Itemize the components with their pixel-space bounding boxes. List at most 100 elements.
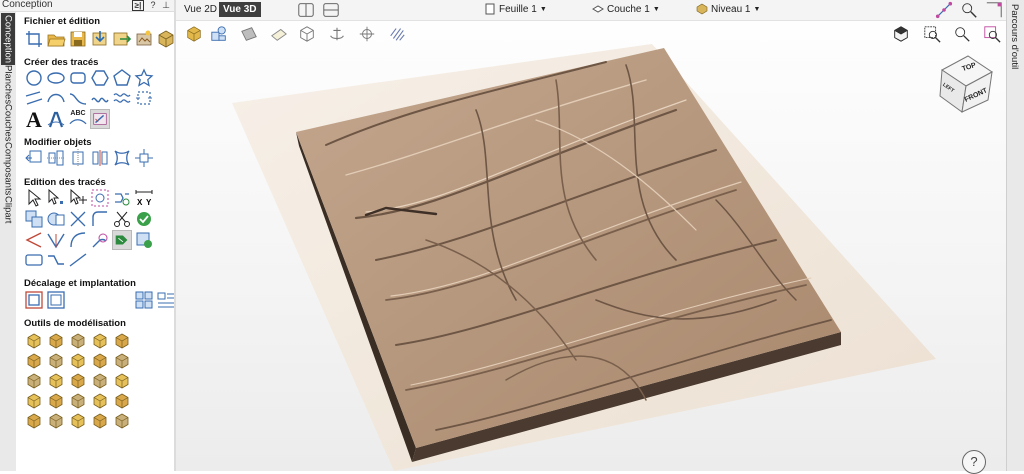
draw-polygon-button[interactable]	[90, 68, 110, 88]
draw-ellipse-button[interactable]	[46, 68, 66, 88]
modelling-tool-button[interactable]	[24, 331, 44, 351]
modelling-tool-button[interactable]	[46, 371, 66, 391]
draw-rectangle-button[interactable]	[68, 68, 88, 88]
subtract-icon	[47, 212, 65, 226]
modelling-tool-icon	[115, 333, 129, 349]
relief-model[interactable]	[176, 0, 1006, 471]
modelling-tool-button[interactable]	[46, 351, 66, 371]
modelling-tool-button[interactable]	[46, 331, 66, 351]
image-trace-button[interactable]	[90, 109, 110, 129]
draw-dimension-button[interactable]	[134, 88, 154, 108]
draw-polyline-button[interactable]	[24, 88, 44, 108]
join-icon	[115, 193, 130, 206]
panel-pin-button[interactable]: ⊥	[160, 0, 172, 11]
align-objects-button[interactable]	[46, 148, 66, 168]
panel-autohide-button[interactable]: ≥|	[132, 0, 144, 11]
array-copy-button[interactable]	[134, 148, 154, 168]
modelling-tool-icon	[27, 413, 41, 429]
modelling-tool-button[interactable]	[90, 391, 110, 411]
modelling-tool-button[interactable]	[112, 331, 132, 351]
center-object-button[interactable]	[68, 148, 88, 168]
modelling-tool-button[interactable]	[112, 411, 132, 431]
transform-button[interactable]	[68, 188, 88, 208]
draw-curve-button[interactable]	[68, 88, 88, 108]
close-vectors-button[interactable]	[134, 230, 154, 250]
curve-fit-button[interactable]	[68, 230, 88, 250]
text-tool-button[interactable]: A	[24, 107, 44, 132]
trim-button[interactable]	[68, 209, 88, 229]
modelling-tool-button[interactable]	[68, 371, 88, 391]
new-file-button[interactable]	[24, 29, 44, 49]
modelling-tool-button[interactable]	[46, 411, 66, 431]
help-button[interactable]: ?	[962, 450, 986, 474]
node-edit-button[interactable]	[46, 188, 66, 208]
import-button[interactable]	[90, 29, 110, 49]
draw-pentagon-button[interactable]	[112, 68, 132, 88]
modelling-tool-icon	[27, 393, 41, 409]
clipart-library-button[interactable]	[134, 29, 154, 49]
rectangle-outline-icon	[25, 254, 43, 266]
rectangle-tool-button[interactable]	[24, 250, 44, 270]
modelling-tool-button[interactable]	[112, 391, 132, 411]
modelling-tool-button[interactable]	[68, 331, 88, 351]
tab-couches[interactable]: Couches	[1, 104, 15, 142]
modelling-tool-button[interactable]	[90, 331, 110, 351]
scissors-button[interactable]	[112, 209, 132, 229]
panel-help-button[interactable]: ?	[147, 0, 159, 11]
modelling-tool-button[interactable]	[68, 391, 88, 411]
mirror-object-button[interactable]	[90, 148, 110, 168]
smooth-button[interactable]	[90, 209, 110, 229]
modelling-tool-button[interactable]	[90, 371, 110, 391]
arrow-line-button[interactable]	[68, 250, 88, 270]
tab-clipart[interactable]: Clipart	[1, 196, 15, 224]
join-vectors-button[interactable]	[112, 188, 132, 208]
export-button[interactable]	[112, 29, 132, 49]
distort-object-button[interactable]	[112, 148, 132, 168]
modelling-tool-button[interactable]	[24, 391, 44, 411]
validate-vectors-button[interactable]	[134, 209, 154, 229]
modelling-tool-button[interactable]	[24, 411, 44, 431]
nesting-button[interactable]	[134, 290, 154, 310]
interactive-edit-button[interactable]	[90, 188, 110, 208]
draw-wave-button[interactable]	[112, 88, 132, 108]
tab-conception[interactable]: Conception	[1, 13, 15, 65]
offset-button[interactable]	[112, 230, 132, 250]
draw-star-button[interactable]	[134, 68, 154, 88]
subtract-button[interactable]	[46, 209, 66, 229]
text-on-curve-button[interactable]	[46, 110, 66, 130]
scale-xy-button[interactable]: XY	[134, 188, 154, 208]
tab-planches[interactable]: Planches	[1, 65, 15, 104]
move-object-button[interactable]	[24, 148, 44, 168]
save-file-button[interactable]	[68, 29, 88, 49]
modelling-tool-button[interactable]	[24, 351, 44, 371]
v-shape-button[interactable]	[46, 230, 66, 250]
offset-vectors-button[interactable]	[24, 290, 44, 310]
material-setup-button[interactable]	[156, 29, 176, 49]
select-tool-button[interactable]	[24, 188, 44, 208]
modelling-tool-button[interactable]	[112, 371, 132, 391]
fit-vectors-button[interactable]	[46, 290, 66, 310]
tab-composants[interactable]: Composants	[1, 142, 15, 195]
modelling-tool-icon	[71, 373, 85, 389]
draw-arc-button[interactable]	[46, 88, 66, 108]
modelling-tool-button[interactable]	[24, 371, 44, 391]
text-along-path-button[interactable]: ABC	[68, 108, 88, 128]
weld-button[interactable]	[24, 209, 44, 229]
open-file-button[interactable]	[46, 29, 66, 49]
fillet-button[interactable]	[90, 230, 110, 250]
modelling-tool-button[interactable]	[90, 411, 110, 431]
modelling-tool-button[interactable]	[90, 351, 110, 371]
auto-layout-button[interactable]	[156, 290, 176, 310]
trend-line-button[interactable]	[46, 250, 66, 270]
modelling-tool-button[interactable]	[112, 351, 132, 371]
curve-fit-icon	[70, 232, 86, 248]
modelling-tool-button[interactable]	[68, 411, 88, 431]
angle-button[interactable]	[24, 230, 44, 250]
3d-viewport[interactable]: Vue 2D Vue 3D Feuille 1 ▼ Couche 1 ▼ Nivea…	[176, 0, 1006, 474]
modelling-tool-button[interactable]	[46, 391, 66, 411]
toolpaths-side-tab[interactable]: Parcours d'outil	[1006, 0, 1024, 471]
draw-freehand-button[interactable]	[90, 88, 110, 108]
folder-open-icon	[47, 34, 66, 47]
modelling-tool-button[interactable]	[68, 351, 88, 371]
draw-circle-button[interactable]	[24, 68, 44, 88]
